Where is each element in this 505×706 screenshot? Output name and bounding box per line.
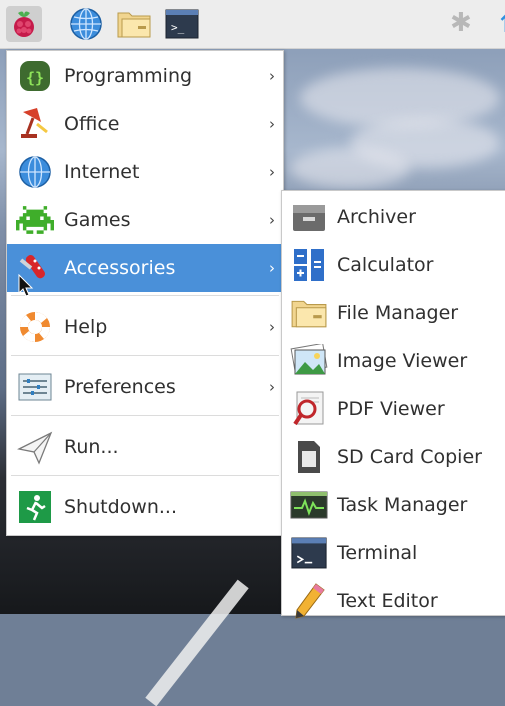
menu-item-label: Games	[64, 209, 131, 231]
pdf-viewer-icon	[289, 389, 329, 429]
menu-separator	[11, 355, 279, 356]
submenu-arrow-icon: ›	[269, 67, 275, 85]
submenu-arrow-icon: ›	[269, 259, 275, 277]
menu-item-accessories[interactable]: Accessories ›	[7, 244, 283, 292]
file-manager-launcher[interactable]	[116, 6, 152, 42]
menu-item-internet[interactable]: Internet ›	[7, 148, 283, 196]
sd-card-icon	[289, 437, 329, 477]
menu-separator	[11, 475, 279, 476]
terminal-launcher[interactable]: >_	[164, 6, 200, 42]
submenu-arrow-icon: ›	[269, 211, 275, 229]
submenu-item-pdf-viewer[interactable]: PDF Viewer	[282, 385, 505, 433]
terminal-icon	[289, 533, 329, 573]
submenu-item-label: SD Card Copier	[337, 446, 482, 468]
submenu-item-label: File Manager	[337, 302, 459, 324]
applications-menu-button[interactable]	[6, 6, 42, 42]
applications-menu: {} Programming › Office › Internet › Gam…	[6, 50, 284, 536]
submenu-arrow-icon: ›	[269, 163, 275, 181]
menu-item-label: Preferences	[64, 376, 176, 398]
lifebuoy-icon	[15, 307, 55, 347]
svg-text:{}: {}	[26, 69, 44, 87]
menu-separator	[11, 415, 279, 416]
globe-icon	[15, 152, 55, 192]
submenu-item-task-manager[interactable]: Task Manager	[282, 481, 505, 529]
menu-separator	[11, 295, 279, 296]
tray-icon-partial[interactable]: ↑	[496, 10, 505, 36]
image-viewer-icon	[289, 341, 329, 381]
space-invader-icon	[15, 200, 55, 240]
menu-item-label: Programming	[64, 65, 193, 87]
submenu-item-label: Archiver	[337, 206, 416, 228]
submenu-item-image-viewer[interactable]: Image Viewer	[282, 337, 505, 385]
globe-icon	[70, 8, 102, 40]
web-browser-launcher[interactable]	[68, 6, 104, 42]
submenu-item-label: PDF Viewer	[337, 398, 445, 420]
submenu-item-file-manager[interactable]: File Manager	[282, 289, 505, 337]
submenu-item-label: Calculator	[337, 254, 434, 276]
submenu-item-calculator[interactable]: Calculator	[282, 241, 505, 289]
menu-item-run[interactable]: Run...	[7, 423, 283, 471]
submenu-item-label: Image Viewer	[337, 350, 468, 372]
road-marking	[145, 579, 249, 706]
menu-item-help[interactable]: Help ›	[7, 303, 283, 351]
menu-item-shutdown[interactable]: Shutdown...	[7, 483, 283, 531]
top-panel: >_ ✱ ↑	[0, 0, 505, 49]
paper-plane-icon	[15, 427, 55, 467]
archiver-icon	[289, 197, 329, 237]
menu-item-label: Office	[64, 113, 120, 135]
menu-item-games[interactable]: Games ›	[7, 196, 283, 244]
programming-icon: {}	[15, 56, 55, 96]
exit-icon	[15, 487, 55, 527]
submenu-arrow-icon: ›	[269, 318, 275, 336]
menu-item-label: Run...	[64, 436, 119, 458]
calculator-icon	[289, 245, 329, 285]
raspberry-icon	[14, 11, 34, 37]
menu-item-label: Internet	[64, 161, 140, 183]
office-lamp-icon	[15, 104, 55, 144]
menu-item-office[interactable]: Office ›	[7, 100, 283, 148]
task-manager-icon	[289, 485, 329, 525]
submenu-item-label: Terminal	[337, 542, 418, 564]
menu-item-label: Help	[64, 316, 108, 338]
preferences-icon	[15, 367, 55, 407]
submenu-item-archiver[interactable]: Archiver	[282, 193, 505, 241]
submenu-item-terminal[interactable]: Terminal	[282, 529, 505, 577]
bluetooth-icon[interactable]: ✱	[450, 8, 472, 38]
submenu-item-sd-card-copier[interactable]: SD Card Copier	[282, 433, 505, 481]
mouse-pointer-icon	[18, 274, 34, 297]
submenu-arrow-icon: ›	[269, 115, 275, 133]
menu-item-preferences[interactable]: Preferences ›	[7, 363, 283, 411]
submenu-item-text-editor[interactable]: Text Editor	[282, 577, 505, 625]
folder-icon	[289, 293, 329, 333]
terminal-icon: >_	[165, 9, 199, 39]
submenu-item-label: Text Editor	[337, 590, 438, 612]
submenu-item-label: Task Manager	[337, 494, 468, 516]
menu-item-label: Shutdown...	[64, 496, 177, 518]
svg-text:>_: >_	[171, 21, 185, 34]
menu-item-label: Accessories	[64, 257, 176, 279]
menu-item-programming[interactable]: {} Programming ›	[7, 52, 283, 100]
submenu-arrow-icon: ›	[269, 378, 275, 396]
pencil-icon	[289, 581, 329, 621]
folder-icon	[117, 12, 151, 38]
accessories-submenu: Archiver Calculator File Manager Image V…	[281, 190, 505, 619]
